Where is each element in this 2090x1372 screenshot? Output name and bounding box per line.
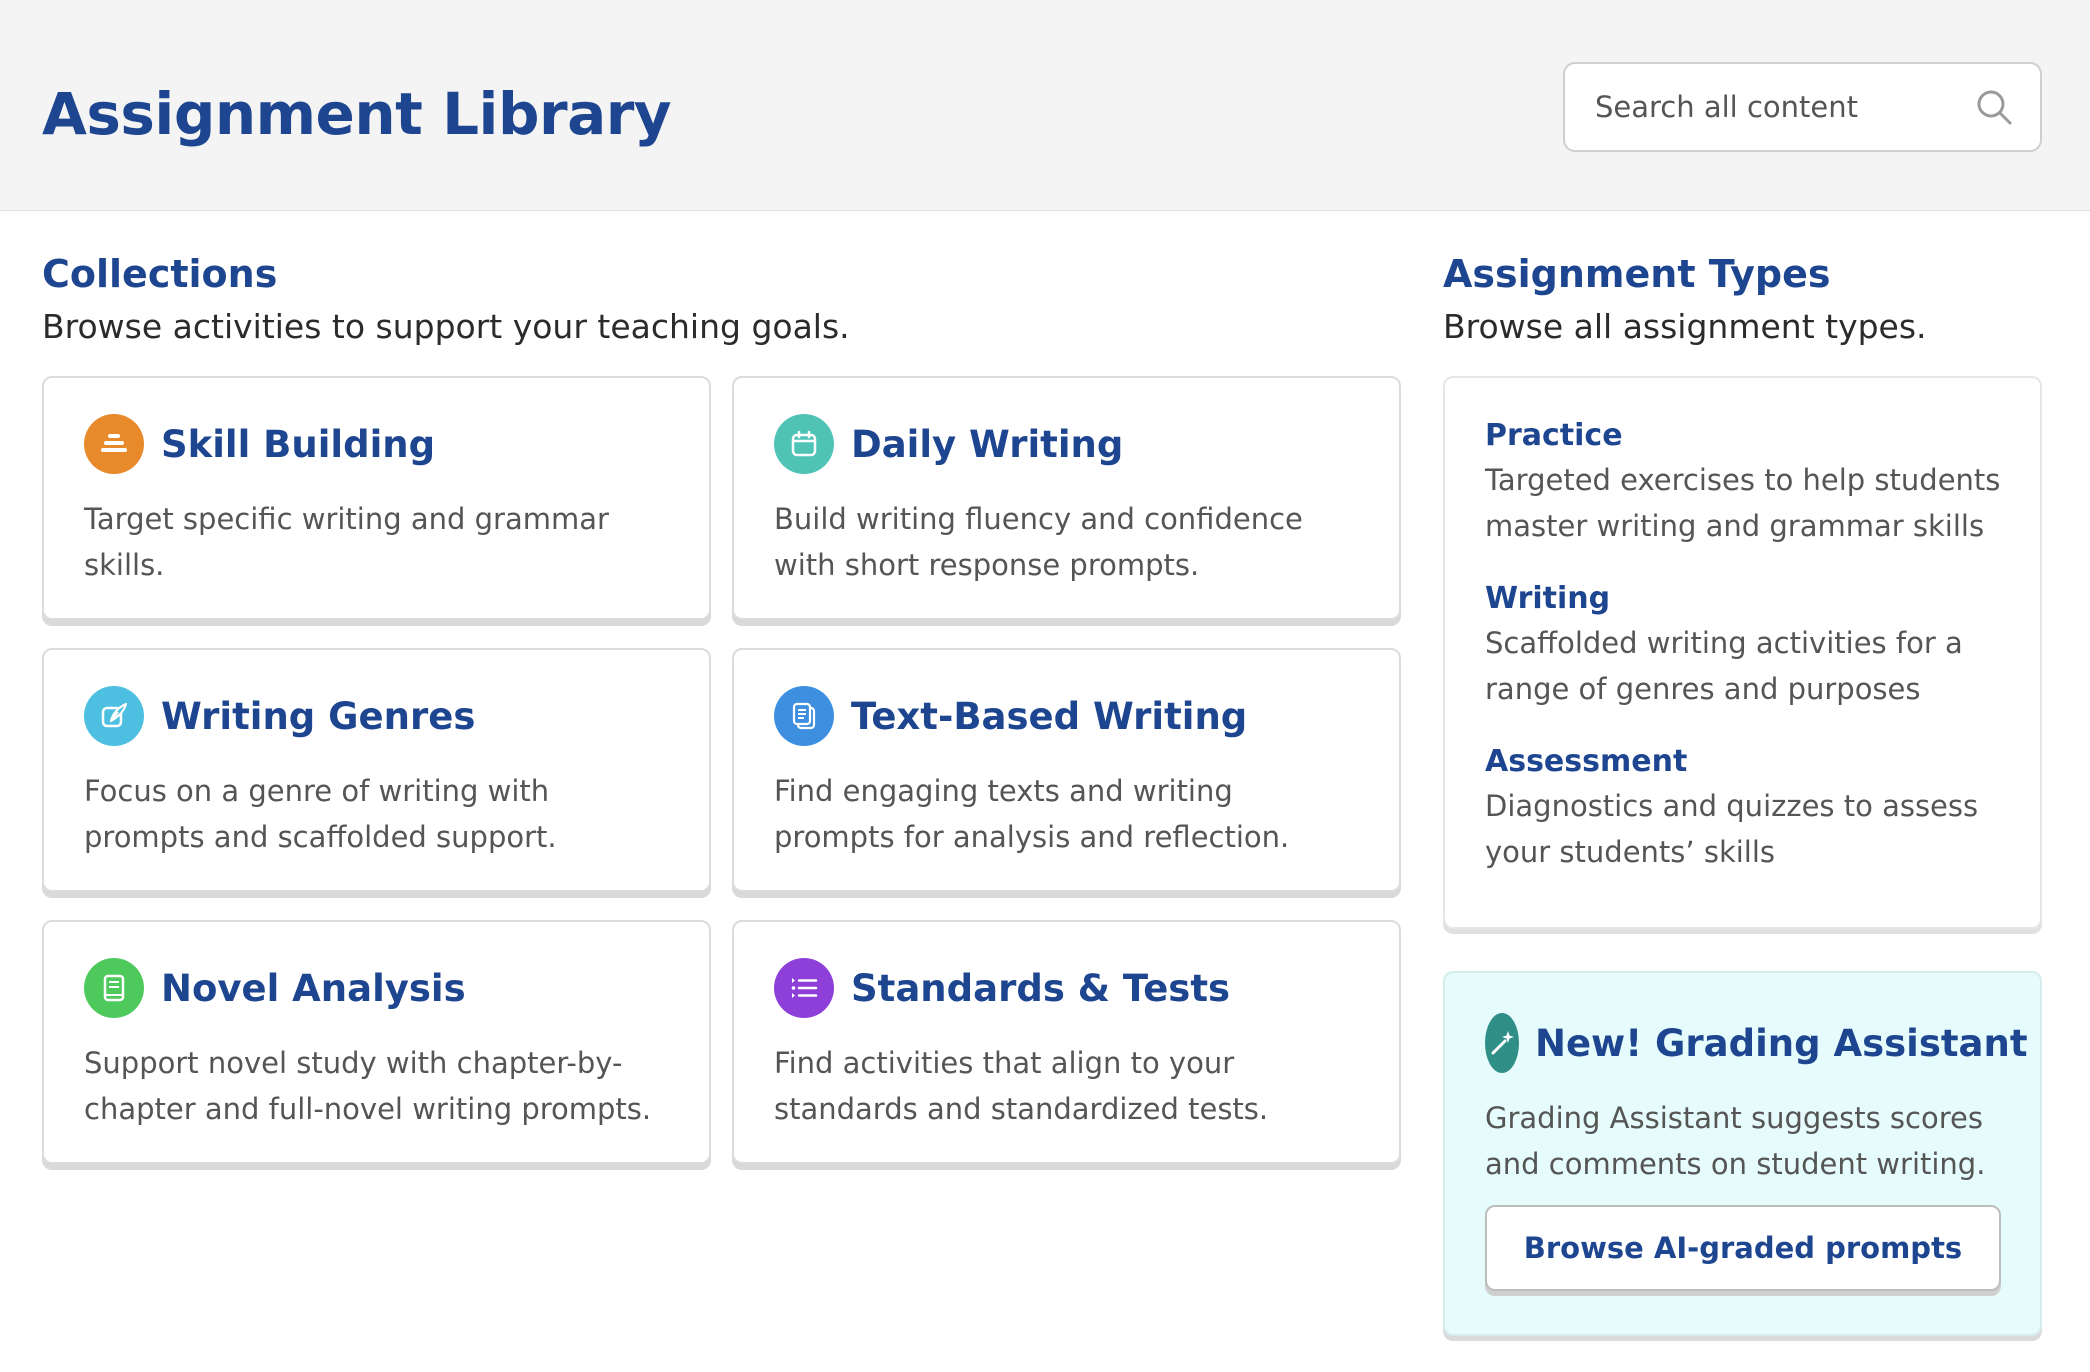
collection-card-description: Target specific writing and grammar skil… [84, 502, 609, 582]
magic-wand-icon [1485, 1013, 1519, 1073]
collection-card-standards-tests[interactable]: Standards & Tests Find activities that a… [732, 920, 1401, 1164]
browse-ai-graded-prompts-button[interactable]: Browse AI-graded prompts [1485, 1205, 2001, 1291]
assignment-type-assessment[interactable]: Assessment Diagnostics and quizzes to as… [1485, 744, 2010, 875]
assignment-type-title[interactable]: Assessment [1485, 744, 2010, 779]
search-icon[interactable] [1974, 87, 2014, 127]
grading-assistant-description: Grading Assistant suggests scores and co… [1485, 1101, 1986, 1181]
assignment-type-practice[interactable]: Practice Targeted exercises to help stud… [1485, 418, 2010, 549]
collections-subtitle: Browse activities to support your teachi… [42, 307, 850, 346]
collection-card-title: Standards & Tests [851, 966, 1231, 1010]
collection-card-description: Support novel study with chapter-by-chap… [84, 1046, 652, 1126]
assignment-type-writing[interactable]: Writing Scaffolded writing activities fo… [1485, 581, 2010, 712]
collection-card-title: Text-Based Writing [851, 694, 1248, 738]
collection-card-title: Writing Genres [161, 694, 476, 738]
grading-assistant-panel: New! Grading Assistant Grading Assistant… [1443, 971, 2042, 1336]
calendar-icon [774, 414, 834, 474]
book-icon [84, 958, 144, 1018]
collection-card-novel-analysis[interactable]: Novel Analysis Support novel study with … [42, 920, 711, 1164]
assignment-types-subtitle: Browse all assignment types. [1443, 307, 1927, 346]
grading-assistant-title: New! Grading Assistant [1535, 1021, 2028, 1065]
assignment-types-panel: Practice Targeted exercises to help stud… [1443, 376, 2042, 929]
page-title: Assignment Library [42, 80, 672, 148]
collection-card-description: Focus on a genre of writing with prompts… [84, 774, 557, 854]
collection-card-title: Skill Building [161, 422, 436, 466]
collections-title: Collections [42, 252, 278, 296]
documents-icon [774, 686, 834, 746]
checklist-icon [774, 958, 834, 1018]
collection-card-description: Find activities that align to your stand… [774, 1046, 1269, 1126]
collection-card-description: Build writing fluency and confidence wit… [774, 502, 1303, 582]
assignment-type-description: Scaffolded writing activities for a rang… [1485, 626, 1963, 706]
assignment-type-description: Targeted exercises to help students mast… [1485, 463, 2001, 543]
collection-card-daily-writing[interactable]: Daily Writing Build writing fluency and … [732, 376, 1401, 620]
search-input[interactable] [1595, 90, 1974, 124]
assignment-types-title: Assignment Types [1443, 252, 1831, 296]
collection-card-title: Novel Analysis [161, 966, 466, 1010]
layers-icon [84, 414, 144, 474]
assignment-type-title[interactable]: Practice [1485, 418, 2010, 453]
collection-card-description: Find engaging texts and writing prompts … [774, 774, 1290, 854]
collection-card-title: Daily Writing [851, 422, 1124, 466]
quill-icon [84, 686, 144, 746]
collection-card-text-based-writing[interactable]: Text-Based Writing Find engaging texts a… [732, 648, 1401, 892]
collection-card-skill-building[interactable]: Skill Building Target specific writing a… [42, 376, 711, 620]
page-header: Assignment Library [0, 0, 2090, 211]
assignment-type-title[interactable]: Writing [1485, 581, 2010, 616]
assignment-type-description: Diagnostics and quizzes to assess your s… [1485, 789, 1979, 869]
search-box[interactable] [1563, 62, 2042, 152]
collection-card-writing-genres[interactable]: Writing Genres Focus on a genre of writi… [42, 648, 711, 892]
